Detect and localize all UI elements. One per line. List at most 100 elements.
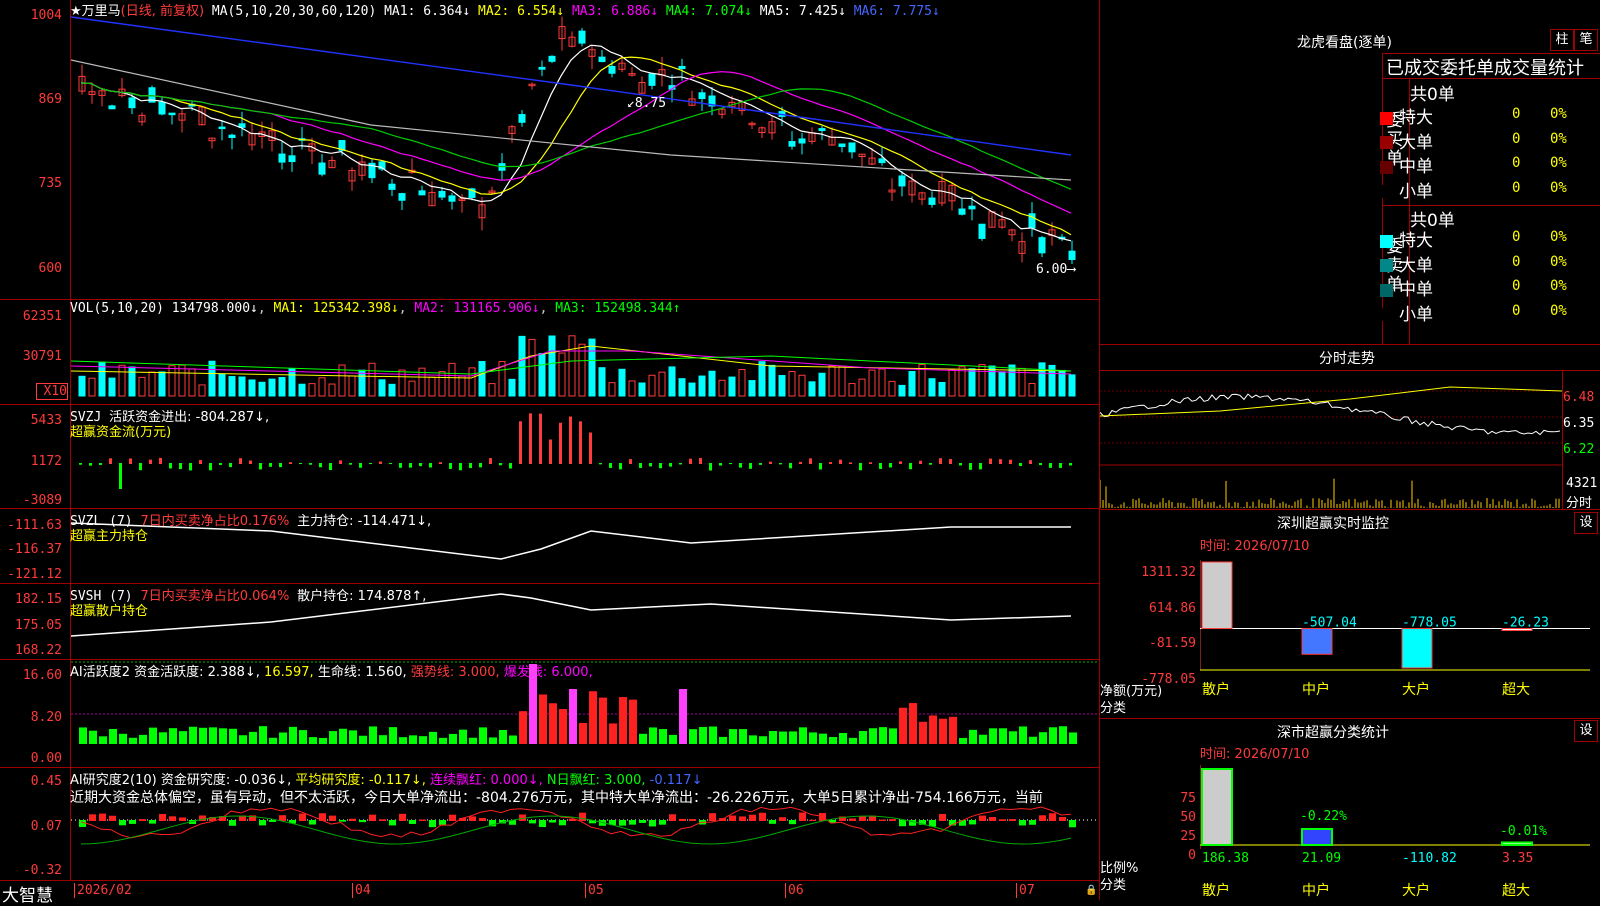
volume-bar: [458, 375, 466, 397]
candle-body: [548, 55, 556, 62]
activity-bar: [1069, 732, 1077, 744]
color-swatch: [1380, 185, 1393, 198]
row-count: 0: [1512, 155, 1521, 171]
svzj-bar: [639, 463, 642, 468]
main-chart-area[interactable]: ★万里马(日线, 前复权) MA(5,10,20,30,60,120) MA1:…: [0, 0, 1100, 906]
ai1-chart[interactable]: [71, 660, 1099, 767]
research-bar: [479, 818, 486, 821]
activity-bar: [949, 716, 957, 744]
svzj-bar: [339, 460, 342, 464]
lhb-title: 龙虎看盘(逐单): [1297, 35, 1392, 51]
volume-bar: [278, 377, 286, 397]
monitor-bar-label: -26.23: [1502, 616, 1549, 631]
svzj-bar: [149, 459, 152, 464]
monitor-settings-button[interactable]: 设: [1574, 512, 1598, 534]
ai1-axis-top: 16.60: [22, 668, 62, 683]
bar-mode-button[interactable]: 柱: [1550, 29, 1574, 51]
date-06: 06: [785, 883, 804, 898]
research-bar: [129, 820, 136, 824]
svzj-bar: [419, 463, 422, 467]
activity-bar: [169, 728, 177, 744]
volume-bar: [878, 368, 886, 397]
volume-bar: [658, 371, 666, 397]
research-bar: [789, 820, 796, 825]
svzj-bar: [379, 461, 382, 464]
volume-bar: [488, 383, 496, 397]
monitor-axis-1: 1311.32: [1141, 565, 1196, 580]
svzj-bar: [399, 463, 402, 468]
ai2-chart[interactable]: [71, 800, 1099, 880]
candle-body: [608, 66, 616, 74]
activity-bar: [1049, 727, 1057, 744]
svzj-bar: [269, 463, 272, 467]
activity-bar: [649, 727, 657, 744]
candle-body: [958, 208, 966, 215]
activity-bar: [889, 728, 897, 744]
research-bar: [399, 813, 406, 821]
svzj-bar: [589, 432, 592, 464]
volume-bar: [608, 382, 616, 397]
intraday-chart[interactable]: [1100, 371, 1562, 509]
research-bar: [259, 820, 266, 826]
activity-bar: [489, 737, 497, 744]
volume-bar: [648, 374, 656, 397]
row-percent: 0%: [1550, 106, 1567, 122]
class-category: 超大: [1502, 883, 1530, 899]
svzj-chart[interactable]: [71, 405, 1099, 508]
activity-bar: [309, 737, 317, 744]
buy-row: 特大 0 0%: [1380, 103, 1570, 128]
buy-total: 共0单: [1410, 85, 1455, 105]
svzj-bar: [1069, 463, 1072, 466]
svzj-bar: [439, 462, 442, 464]
volume-bar: [558, 352, 566, 397]
svzj-bar: [209, 463, 212, 471]
activity-bar: [219, 728, 227, 744]
volume-bar: [138, 376, 146, 397]
svzl-axis-top: -111.63: [7, 518, 62, 533]
class-chart[interactable]: 186.38 散户 21.09 中户 -110.82 大户 3.35 超大 -0.22% -0.0…: [1200, 765, 1600, 900]
research-bar: [429, 820, 436, 828]
lock-icon[interactable]: 🔒: [1085, 885, 1097, 896]
volume-bar: [708, 370, 716, 397]
svzj-axis-mid: 1172: [30, 454, 62, 469]
svzj-bar: [739, 463, 742, 468]
color-swatch: [1380, 259, 1393, 272]
class-axis-25: 25: [1180, 829, 1196, 844]
monitor-title: 深圳超赢实时监控: [1277, 516, 1389, 532]
svzj-bar: [919, 460, 922, 464]
volume-bar: [898, 384, 906, 397]
volume-chart[interactable]: [71, 316, 1099, 398]
research-bar: [469, 816, 476, 821]
monitor-chart[interactable]: 1311.32 散户 -507.04 中户 -778.05 大户 -26.23 超大: [1200, 560, 1600, 712]
candle-body: [278, 153, 286, 163]
ma-line: [71, 59, 1072, 181]
monitor-bar: [1401, 628, 1433, 669]
research-bar: [1029, 820, 1036, 825]
svzj-bar: [959, 463, 962, 466]
research-bar: [529, 820, 536, 824]
volume-bar: [628, 380, 636, 397]
row-name: 特大: [1399, 231, 1433, 251]
volume-bar: [618, 368, 626, 397]
volume-bar: [808, 381, 816, 397]
svzj-bar: [159, 457, 162, 464]
svzj-bar: [809, 458, 812, 464]
pen-mode-button[interactable]: 笔: [1574, 29, 1598, 51]
research-bar: [979, 815, 986, 821]
activity-bar: [769, 731, 777, 744]
sell-row: 大单 0 0%: [1380, 251, 1570, 276]
svzl-chart[interactable]: [71, 509, 1099, 583]
price-chart[interactable]: [71, 15, 1099, 299]
svzj-bar: [119, 463, 122, 489]
research-bar: [739, 816, 746, 821]
candle-body: [848, 142, 856, 153]
svzj-bar: [1009, 459, 1012, 464]
activity-bar: [479, 727, 487, 744]
vol-ma3: [71, 355, 1072, 375]
svzj-bar: [1059, 463, 1062, 468]
stats-tabs[interactable]: 已成交委托单成交量统计: [1386, 54, 1584, 80]
low-value: 6.00: [1036, 262, 1068, 277]
class-settings-button[interactable]: 设: [1574, 720, 1598, 742]
svsh-chart[interactable]: [71, 584, 1099, 659]
svzj-bar: [899, 461, 902, 464]
